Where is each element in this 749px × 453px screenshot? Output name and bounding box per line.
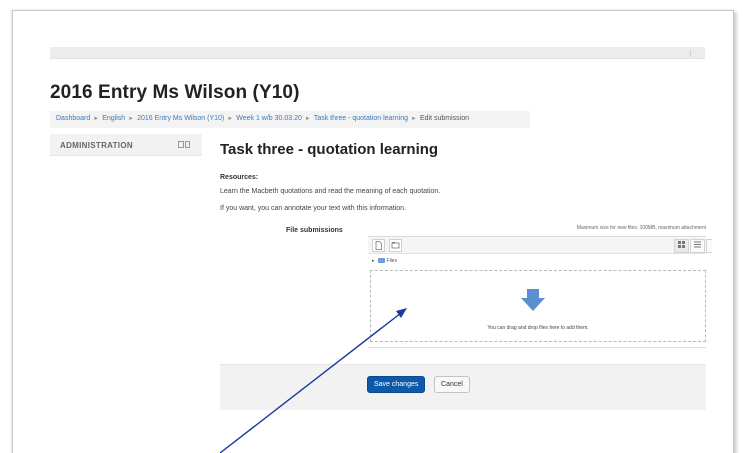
resources-text: If you want, you can annotate your text …: [220, 205, 406, 212]
administration-block: ADMINISTRATION: [50, 134, 202, 156]
resources-label: Resources:: [220, 174, 259, 181]
breadcrumb-dashboard[interactable]: Dashboard: [56, 115, 90, 122]
file-dropzone[interactable]: You can drag and drop files here to add …: [370, 270, 706, 342]
administration-title: ADMINISTRATION: [60, 141, 133, 150]
save-changes-button[interactable]: Save changes: [367, 376, 426, 393]
breadcrumb-separator: ►: [304, 116, 311, 122]
filepicker-toolbar: [368, 236, 712, 254]
dock-icon[interactable]: [178, 141, 190, 149]
path-label[interactable]: Files: [387, 258, 398, 264]
cancel-button[interactable]: Cancel: [434, 376, 470, 393]
breadcrumb-separator: ►: [128, 116, 135, 122]
create-folder-icon[interactable]: [389, 239, 402, 252]
add-file-icon[interactable]: [372, 239, 385, 252]
upload-arrow-icon: [521, 289, 545, 311]
page-heading: Task three - quotation learning: [220, 141, 439, 158]
filepicker-divider: [368, 347, 706, 348]
breadcrumb-task[interactable]: Task three - quotation learning: [314, 115, 408, 122]
main-content: Task three - quotation learning Resource…: [220, 134, 712, 424]
breadcrumb-current: Edit submission: [419, 115, 469, 122]
breadcrumb-course[interactable]: 2016 Entry Ms Wilson (Y10): [137, 115, 224, 122]
breadcrumb-separator: ►: [93, 116, 100, 122]
top-navbar: [50, 47, 705, 59]
dropzone-text: You can drag and drop files here to add …: [487, 325, 589, 331]
grid-view-icon[interactable]: [674, 239, 689, 253]
file-submissions-label: File submissions: [286, 227, 343, 234]
path-arrow-icon: ▸: [372, 258, 375, 264]
breadcrumb: Dashboard ► English ► 2016 Entry Ms Wilson (…: [50, 111, 530, 128]
course-title: 2016 Entry Ms Wilson (Y10): [50, 82, 300, 103]
max-size-note: Maximum size for new files: 100MB, maxim…: [576, 225, 706, 231]
tree-view-icon[interactable]: [706, 239, 712, 253]
navbar-divider: [690, 50, 691, 57]
breadcrumb-separator: ►: [227, 116, 234, 122]
filepicker-path: ▸ Files: [372, 258, 397, 264]
list-view-icon[interactable]: [690, 239, 705, 253]
form-buttons: Save changes Cancel: [220, 364, 706, 410]
folder-icon: [377, 258, 385, 263]
breadcrumb-english[interactable]: English: [102, 115, 125, 122]
breadcrumb-separator: ►: [411, 116, 417, 122]
breadcrumb-week[interactable]: Week 1 w/b 30.03.20: [236, 115, 302, 122]
resources-text: Learn the Macbeth quotations and read th…: [220, 188, 441, 195]
